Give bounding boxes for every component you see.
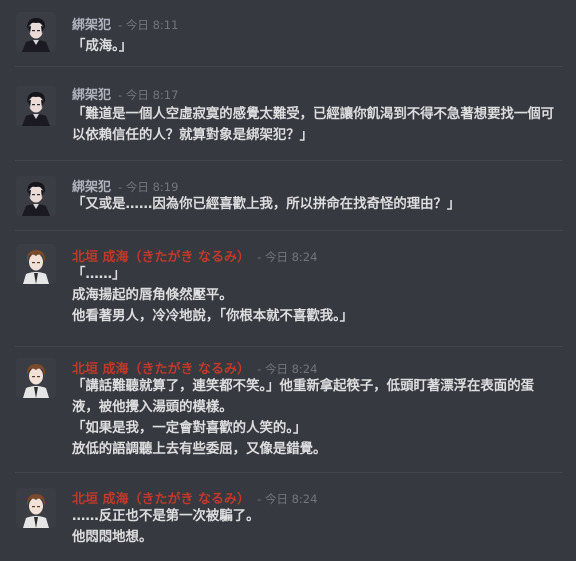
timestamp: - 今日 8:24 bbox=[257, 250, 318, 264]
timestamp: - 今日 8:17 bbox=[118, 88, 179, 102]
message-line: 「講話難聽就算了，連笑都不笑。」他重新拿起筷子，低頭盯著漂浮在表面的蛋液，被他攪… bbox=[72, 379, 534, 415]
message-divider bbox=[15, 66, 563, 67]
timestamp: - 今日 8:24 bbox=[257, 492, 318, 506]
timestamp: - 今日 8:19 bbox=[118, 180, 179, 194]
author-name[interactable]: 綁架犯 bbox=[72, 88, 111, 103]
author-name[interactable]: 北垣 成海（きたがき なるみ） bbox=[72, 492, 250, 507]
message-line: 成海揚起的唇角倏然壓平。 bbox=[72, 288, 233, 303]
message-line: 「難道是一個人空虛寂寞的感覺太難受，已經讓你飢渴到不得不急著想要找一個可以依賴信… bbox=[72, 107, 555, 143]
dark-haired-man-avatar[interactable] bbox=[16, 12, 56, 52]
author-name[interactable]: 綁架犯 bbox=[72, 18, 111, 33]
message-header: 綁架犯 - 今日 8:17 bbox=[72, 84, 179, 103]
chat-message: 北垣 成海（きたがき なるみ） - 今日 8:24 「講話難聽就算了，連笑都不笑… bbox=[0, 358, 576, 468]
message-line: ……反正也不是第一次被騙了。 bbox=[72, 509, 260, 524]
chat-message: 北垣 成海（きたがき なるみ） - 今日 8:24 ……反正也不是第一次被騙了。… bbox=[0, 488, 576, 554]
message-header: 綁架犯 - 今日 8:19 bbox=[72, 176, 179, 195]
message-line: 「成海。」 bbox=[72, 39, 133, 54]
message-line: 「如果是我，一定會對喜歡的人笑的。」 bbox=[72, 421, 307, 436]
chat-message: 北垣 成海（きたがき なるみ） - 今日 8:24 「……」 成海揚起的唇角倏然… bbox=[0, 244, 576, 334]
message-content: 「又或是……因為你已經喜歡上我，所以拼命在找奇怪的理由？」 bbox=[72, 194, 562, 215]
message-line: 他看著男人，冷冷地說，「你根本就不喜歡我。」 bbox=[72, 309, 354, 324]
message-content: ……反正也不是第一次被騙了。 他悶悶地想。 bbox=[72, 506, 562, 548]
message-content: 「成海。」 bbox=[72, 36, 562, 57]
message-line: 「……」 bbox=[72, 267, 126, 282]
message-header: 北垣 成海（きたがき なるみ） - 今日 8:24 bbox=[72, 488, 318, 507]
brown-haired-man-avatar[interactable] bbox=[16, 358, 56, 398]
message-divider bbox=[15, 160, 563, 161]
message-header: 北垣 成海（きたがき なるみ） - 今日 8:24 bbox=[72, 246, 318, 265]
chat-message: 綁架犯 - 今日 8:11 「成海。」 bbox=[0, 8, 576, 58]
message-content: 「講話難聽就算了，連笑都不笑。」他重新拿起筷子，低頭盯著漂浮在表面的蛋液，被他攪… bbox=[72, 376, 558, 460]
message-header: 綁架犯 - 今日 8:11 bbox=[72, 14, 179, 33]
chat-log: 綁架犯 - 今日 8:11 「成海。」 綁架犯 - 今日 8:17 「難道是一個… bbox=[0, 0, 576, 561]
timestamp: - 今日 8:11 bbox=[118, 18, 179, 32]
message-line: 放低的語調聽上去有些委屈，又像是錯覺。 bbox=[72, 442, 327, 457]
author-name[interactable]: 北垣 成海（きたがき なるみ） bbox=[72, 362, 250, 377]
brown-haired-man-avatar[interactable] bbox=[16, 488, 56, 528]
chat-message: 綁架犯 - 今日 8:19 「又或是……因為你已經喜歡上我，所以拼命在找奇怪的理… bbox=[0, 174, 576, 226]
message-line: 他悶悶地想。 bbox=[72, 530, 153, 545]
dark-haired-man-avatar[interactable] bbox=[16, 176, 56, 216]
brown-haired-man-avatar[interactable] bbox=[16, 244, 56, 284]
message-content: 「……」 成海揚起的唇角倏然壓平。 他看著男人，冷冷地說，「你根本就不喜歡我。」 bbox=[72, 264, 562, 327]
author-name[interactable]: 北垣 成海（きたがき なるみ） bbox=[72, 250, 250, 265]
chat-message: 綁架犯 - 今日 8:17 「難道是一個人空虛寂寞的感覺太難受，已經讓你飢渴到不… bbox=[0, 82, 576, 162]
author-name[interactable]: 綁架犯 bbox=[72, 180, 111, 195]
message-divider bbox=[15, 230, 563, 231]
dark-haired-man-avatar[interactable] bbox=[16, 86, 56, 126]
message-content: 「難道是一個人空虛寂寞的感覺太難受，已經讓你飢渴到不得不急著想要找一個可以依賴信… bbox=[72, 104, 558, 146]
message-line: 「又或是……因為你已經喜歡上我，所以拼命在找奇怪的理由？」 bbox=[72, 197, 461, 212]
message-divider bbox=[15, 472, 563, 473]
message-header: 北垣 成海（きたがき なるみ） - 今日 8:24 bbox=[72, 358, 318, 377]
timestamp: - 今日 8:24 bbox=[257, 362, 318, 376]
message-divider bbox=[15, 346, 563, 347]
